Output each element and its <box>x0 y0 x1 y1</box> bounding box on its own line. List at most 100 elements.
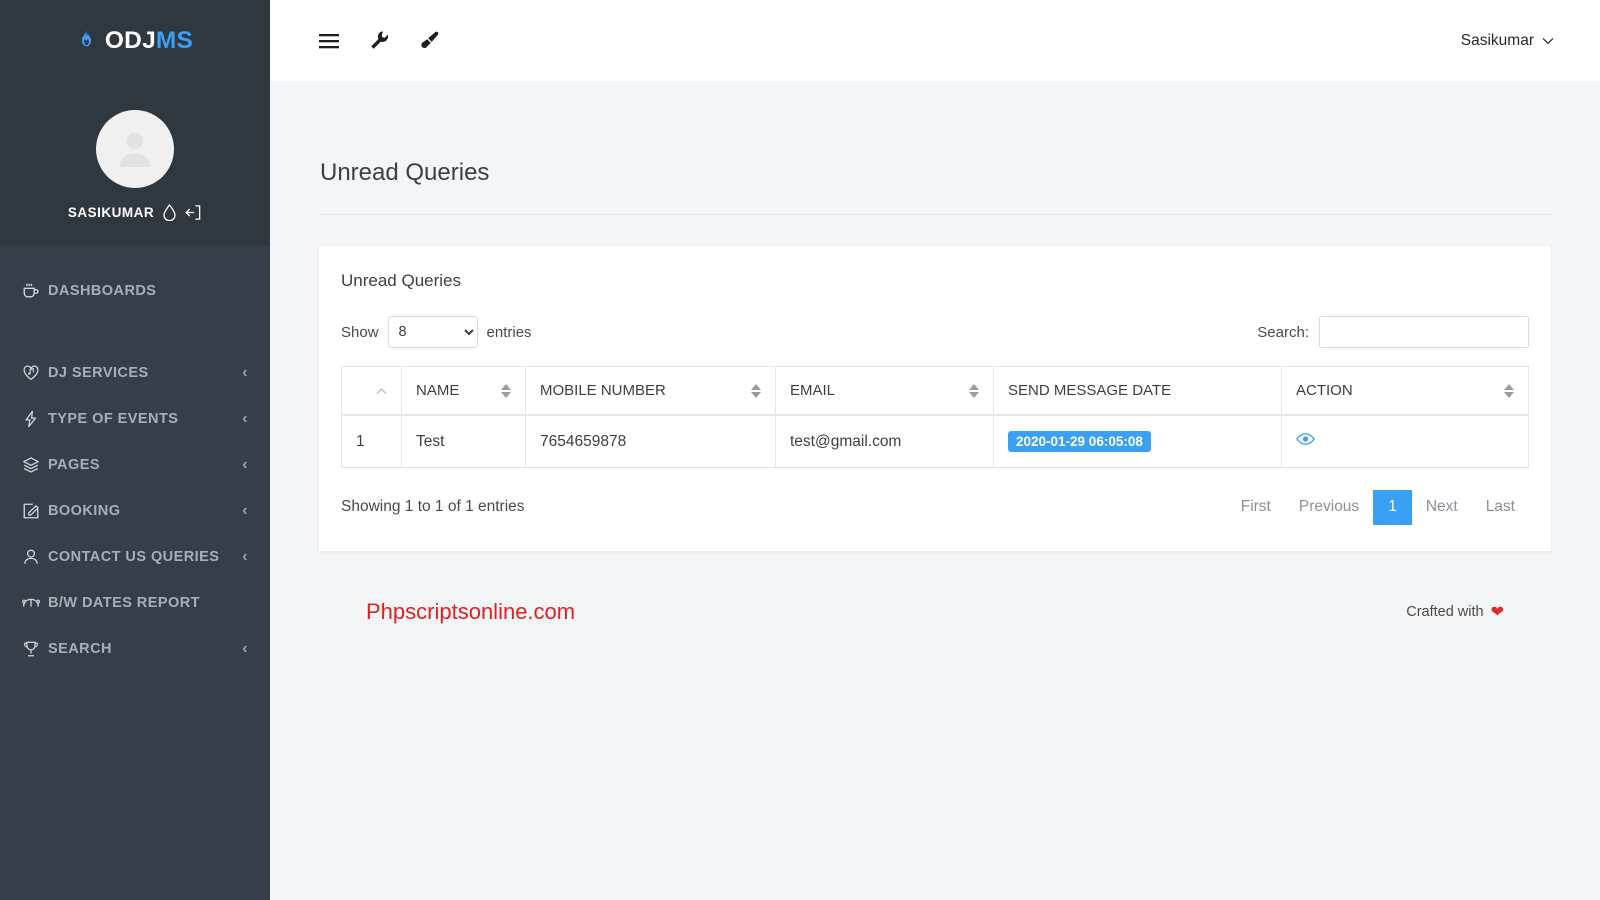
chevron-down-icon <box>1542 34 1554 48</box>
layers-icon <box>22 456 48 474</box>
sort-ascending-icon <box>376 383 387 398</box>
card-title: Unread Queries <box>341 271 462 290</box>
sidebar-nav: DASHBOARDS DJ SERVICES ‹ TYPE OF EVENTS … <box>0 246 270 900</box>
logout-icon[interactable] <box>185 204 202 221</box>
topbar: Sasikumar <box>270 0 1600 81</box>
sort-both-icon <box>969 383 979 398</box>
cell-email: test@gmail.com <box>775 414 994 468</box>
wrench-icon[interactable] <box>369 30 390 51</box>
user-menu-label: Sasikumar <box>1460 31 1534 49</box>
sidebar-item-pages[interactable]: PAGES ‹ <box>0 442 270 488</box>
sidebar-item-contact-us-queries[interactable]: CONTACT US QUERIES ‹ <box>0 534 270 580</box>
pagination: First Previous 1 Next Last <box>1227 490 1529 525</box>
card-body: Show 8102550100 entries Search: <box>319 311 1551 551</box>
search-control: Search: <box>1257 316 1529 348</box>
table-header-name[interactable]: NAME <box>401 366 526 416</box>
logo-text-primary: ODJ <box>104 26 156 54</box>
chevron-left-icon: ‹ <box>242 502 248 519</box>
cell-action <box>1281 414 1529 468</box>
table-controls: Show 8102550100 entries Search: <box>341 311 1529 366</box>
sidebar-item-dj-services[interactable]: DJ SERVICES ‹ <box>0 350 270 396</box>
logo-text: ODJMS <box>105 27 193 55</box>
app-root: ODJMS SASIKUMAR DASHBOARDS DJ SERVICES ‹… <box>0 0 1600 900</box>
heart-icon: ❤ <box>1490 603 1504 621</box>
table-header-label: EMAIL <box>790 382 836 399</box>
user-menu[interactable]: Sasikumar <box>1461 32 1554 50</box>
cell-index: 1 <box>341 414 402 468</box>
sidebar-item-dashboards[interactable]: DASHBOARDS <box>0 268 270 314</box>
hamburger-menu-icon[interactable] <box>318 32 340 50</box>
pagination-first[interactable]: First <box>1227 490 1285 525</box>
page-footer: Phpscriptsonline.com Crafted with ❤ <box>318 552 1552 672</box>
sidebar-item-label: DASHBOARDS <box>48 283 157 299</box>
table-footer: Showing 1 to 1 of 1 entries First Previo… <box>341 468 1529 525</box>
table-header-send-message-date[interactable]: SEND MESSAGE DATE <box>993 366 1282 416</box>
search-label: Search: <box>1257 323 1309 341</box>
queries-table: NAME MOBILE NUMBER EMAIL SEND MESSAGE DA… <box>341 366 1529 468</box>
cell-mobile: 7654659878 <box>525 414 776 468</box>
content-area: Unread Queries Unread Queries Show 81025… <box>270 81 1600 900</box>
sidebar-item-label: BOOKING <box>48 503 121 519</box>
sidebar-item-type-of-events[interactable]: TYPE OF EVENTS ‹ <box>0 396 270 442</box>
table-header-row: NAME MOBILE NUMBER EMAIL SEND MESSAGE DA… <box>341 366 1529 416</box>
sidebar-item-label: CONTACT US QUERIES <box>48 549 220 565</box>
user-avatar-icon <box>111 125 159 173</box>
sort-both-icon <box>1504 383 1514 398</box>
topbar-icon-group <box>318 30 440 51</box>
pagination-previous[interactable]: Previous <box>1285 490 1373 525</box>
sidebar-item-label: B/W DATES REPORT <box>48 595 200 611</box>
table-header-label: ACTION <box>1296 382 1353 399</box>
table-head: NAME MOBILE NUMBER EMAIL SEND MESSAGE DA… <box>341 366 1529 416</box>
table-body: 1 Test 7654659878 test@gmail.com 2020-01… <box>341 414 1529 468</box>
page-length-select[interactable]: 8102550100 <box>387 316 478 348</box>
logo-text-accent: MS <box>155 26 194 54</box>
chevron-left-icon: ‹ <box>242 364 248 381</box>
brand-logo[interactable]: ODJMS <box>77 27 193 55</box>
sidebar-item-search[interactable]: SEARCH ‹ <box>0 626 270 672</box>
pagination-last[interactable]: Last <box>1472 490 1529 525</box>
table-header-index[interactable] <box>341 366 402 416</box>
coffee-cup-icon <box>22 282 48 300</box>
status-badge: 2020-01-29 06:05:08 <box>1008 431 1151 452</box>
sidebar-item-label: TYPE OF EVENTS <box>48 411 179 427</box>
chevron-left-icon: ‹ <box>242 548 248 565</box>
footer-brand[interactable]: Phpscriptsonline.com <box>366 599 575 625</box>
user-icon <box>22 548 48 566</box>
bolt-icon <box>22 410 48 428</box>
cell-date: 2020-01-29 06:05:08 <box>993 414 1282 468</box>
avatar[interactable] <box>96 110 174 188</box>
table-header-action[interactable]: ACTION <box>1281 366 1529 416</box>
main-area: Sasikumar Unread Queries Unread Queries … <box>270 0 1600 900</box>
pagination-next[interactable]: Next <box>1412 490 1472 525</box>
paintbrush-icon[interactable] <box>419 30 440 51</box>
edit-square-icon <box>22 502 48 520</box>
flame-icon <box>77 29 96 52</box>
bridge-icon <box>22 594 48 612</box>
logo-bar: ODJMS <box>0 0 270 81</box>
sidebar-item-booking[interactable]: BOOKING ‹ <box>0 488 270 534</box>
table-header-email[interactable]: EMAIL <box>775 366 994 416</box>
page-title: Unread Queries <box>318 81 1552 215</box>
chevron-left-icon: ‹ <box>242 410 248 427</box>
sidebar-item-label: DJ SERVICES <box>48 365 149 381</box>
entries-label: entries <box>486 323 532 341</box>
pagination-page-1[interactable]: 1 <box>1373 490 1412 525</box>
search-input[interactable] <box>1319 316 1529 348</box>
sidebar: ODJMS SASIKUMAR DASHBOARDS DJ SERVICES ‹… <box>0 0 270 900</box>
page-length-control: Show 8102550100 entries <box>341 316 532 348</box>
table-header-mobile[interactable]: MOBILE NUMBER <box>525 366 776 416</box>
trophy-icon <box>22 640 48 658</box>
eye-icon[interactable] <box>1296 432 1315 446</box>
footer-credit: Crafted with ❤ <box>1406 602 1504 622</box>
water-drop-icon[interactable] <box>163 204 176 221</box>
chevron-left-icon: ‹ <box>242 640 248 657</box>
sidebar-item-label: PAGES <box>48 457 100 473</box>
table-header-label: SEND MESSAGE DATE <box>1008 382 1172 399</box>
sort-both-icon <box>751 383 761 398</box>
sidebar-item-bw-dates-report[interactable]: B/W DATES REPORT <box>0 580 270 626</box>
unread-queries-card: Unread Queries Show 8102550100 entries S… <box>318 245 1552 552</box>
show-label: Show <box>341 323 379 341</box>
table-row: 1 Test 7654659878 test@gmail.com 2020-01… <box>341 414 1529 468</box>
sidebar-profile: SASIKUMAR <box>0 81 270 246</box>
